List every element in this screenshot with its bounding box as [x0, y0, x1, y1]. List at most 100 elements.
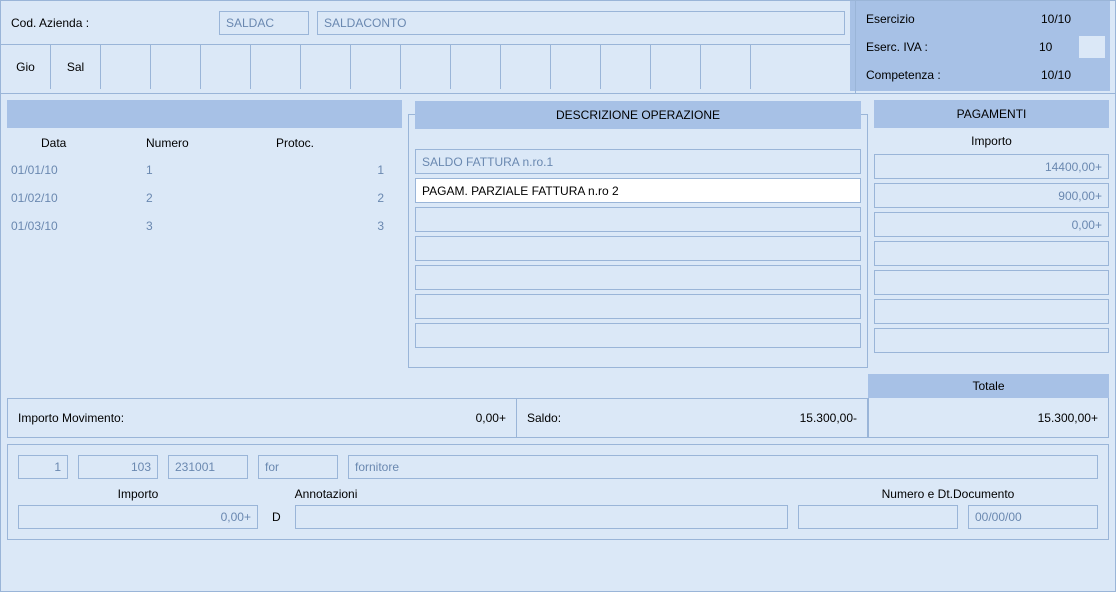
esercizio-label: Esercizio — [866, 12, 1029, 26]
tab-empty[interactable] — [651, 45, 701, 89]
totals-row: Importo Movimento: 0,00+ Saldo: 15.300,0… — [1, 374, 1115, 438]
tab-empty[interactable] — [301, 45, 351, 89]
d-label: D — [268, 505, 285, 529]
tab-empty[interactable] — [501, 45, 551, 89]
header-data: Data — [11, 136, 146, 150]
tab-empty[interactable] — [351, 45, 401, 89]
competenza-row: Competenza : 10/10 — [866, 63, 1105, 87]
totale-wrap: Totale 15.300,00+ — [868, 374, 1109, 438]
importo-line[interactable] — [874, 270, 1109, 295]
descrizione-title: DESCRIZIONE OPERAZIONE — [415, 101, 861, 129]
importo-line[interactable] — [874, 241, 1109, 266]
numdt-label: Numero e Dt.Documento — [798, 487, 1098, 501]
tab-empty[interactable] — [101, 45, 151, 89]
numero-doc-value[interactable] — [798, 505, 958, 529]
cell-numero: 1 — [146, 163, 276, 177]
descrizione-line[interactable] — [415, 207, 861, 232]
cod-azienda-row: Cod. Azienda : SALDAC SALDACONTO — [1, 1, 855, 45]
cell-numero: 2 — [146, 191, 276, 205]
eserc-iva-label: Eserc. IVA : — [866, 40, 1027, 54]
data-doc-value[interactable]: 00/00/00 — [968, 505, 1098, 529]
descrizione-line[interactable] — [415, 294, 861, 319]
cell-protoc: 3 — [276, 219, 396, 233]
importo-line[interactable]: 14400,00+ — [874, 154, 1109, 179]
tab-empty[interactable] — [151, 45, 201, 89]
header-protoc: Protoc. — [276, 136, 396, 150]
header-numero: Numero — [146, 136, 276, 150]
main-area: Data Numero Protoc. 01/01/10 1 1 01/02/1… — [1, 94, 1115, 374]
field-4[interactable]: for — [258, 455, 338, 479]
col-right: PAGAMENTI Importo 14400,00+ 900,00+ 0,00… — [874, 100, 1109, 368]
cell-numero: 3 — [146, 219, 276, 233]
descrizione-line-active[interactable]: PAGAM. PARZIALE FATTURA n.ro 2 — [415, 178, 861, 203]
saldo-box: Saldo: 15.300,00- — [517, 398, 868, 438]
descrizione-line[interactable]: SALDO FATTURA n.ro.1 — [415, 149, 861, 174]
tab-empty[interactable] — [251, 45, 301, 89]
bottom-row-1: 1 103 231001 for fornitore — [18, 455, 1098, 479]
importo-line[interactable]: 0,00+ — [874, 212, 1109, 237]
cell-data: 01/01/10 — [11, 163, 146, 177]
cod-azienda-label: Cod. Azienda : — [11, 16, 211, 30]
tab-empty[interactable] — [201, 45, 251, 89]
eserc-iva-row: Eserc. IVA : 10 — [866, 35, 1105, 59]
importo-line[interactable] — [874, 328, 1109, 353]
descrizione-line[interactable] — [415, 265, 861, 290]
annotazioni-group: Annotazioni — [295, 487, 788, 529]
saldo-label: Saldo: — [527, 411, 561, 425]
importo-bottom-label: Importo — [18, 487, 258, 501]
left-table-body: 01/01/10 1 1 01/02/10 2 2 01/03/10 3 3 — [7, 156, 402, 240]
table-row[interactable]: 01/01/10 1 1 — [7, 156, 402, 184]
field-1[interactable]: 1 — [18, 455, 68, 479]
left-table: Data Numero Protoc. 01/01/10 1 1 01/02/1… — [7, 130, 402, 240]
field-2[interactable]: 103 — [78, 455, 158, 479]
importo-bottom-value[interactable]: 0,00+ — [18, 505, 258, 529]
descrizione-line[interactable] — [415, 236, 861, 261]
tab-gio[interactable]: Gio — [1, 45, 51, 89]
table-row[interactable]: 01/02/10 2 2 — [7, 184, 402, 212]
cod-azienda-code[interactable]: SALDAC — [219, 11, 309, 35]
left-table-header: Data Numero Protoc. — [7, 130, 402, 156]
numdt-group: Numero e Dt.Documento 00/00/00 — [798, 487, 1098, 529]
annotazioni-label: Annotazioni — [295, 487, 788, 501]
top-section: Cod. Azienda : SALDAC SALDACONTO Gio Sal — [1, 1, 1115, 94]
importo-line[interactable]: 900,00+ — [874, 183, 1109, 208]
top-left: Cod. Azienda : SALDAC SALDACONTO Gio Sal — [1, 1, 855, 93]
saldo-value: 15.300,00- — [800, 411, 857, 425]
importo-movimento-box: Importo Movimento: 0,00+ — [7, 398, 517, 438]
col-mid: DESCRIZIONE OPERAZIONE SALDO FATTURA n.r… — [408, 100, 868, 368]
field-5[interactable]: fornitore — [348, 455, 1098, 479]
tab-empty[interactable] — [551, 45, 601, 89]
importo-line[interactable] — [874, 299, 1109, 324]
exercise-panel: Esercizio 10/10 Eserc. IVA : 10 Competen… — [855, 1, 1115, 93]
tab-empty[interactable] — [601, 45, 651, 89]
totale-value: 15.300,00+ — [868, 398, 1109, 438]
left-section-header — [7, 100, 402, 128]
importo-body: 14400,00+ 900,00+ 0,00+ — [874, 154, 1109, 353]
field-3[interactable]: 231001 — [168, 455, 248, 479]
cell-data: 01/02/10 — [11, 191, 146, 205]
esercizio-row: Esercizio 10/10 — [866, 7, 1105, 31]
totale-label: Totale — [868, 374, 1109, 398]
eserc-iva-value[interactable]: 10 — [1033, 36, 1073, 58]
cell-protoc: 1 — [276, 163, 396, 177]
importo-movimento-label: Importo Movimento: — [18, 411, 124, 425]
tab-sal[interactable]: Sal — [51, 45, 101, 89]
tab-empty[interactable] — [451, 45, 501, 89]
table-row[interactable]: 01/03/10 3 3 — [7, 212, 402, 240]
pagamenti-title: PAGAMENTI — [874, 100, 1109, 128]
descrizione-body: SALDO FATTURA n.ro.1 PAGAM. PARZIALE FAT… — [415, 149, 861, 348]
tab-empty[interactable] — [401, 45, 451, 89]
annotazioni-value[interactable] — [295, 505, 788, 529]
tabs-row: Gio Sal — [1, 45, 855, 89]
notch-spacer — [1079, 36, 1105, 58]
cell-data: 01/03/10 — [11, 219, 146, 233]
bottom-row-2: Importo 0,00+ D Annotazioni Numero e Dt.… — [18, 487, 1098, 529]
descrizione-line[interactable] — [415, 323, 861, 348]
cod-azienda-desc[interactable]: SALDACONTO — [317, 11, 845, 35]
tab-empty[interactable] — [701, 45, 751, 89]
importo-group: Importo 0,00+ — [18, 487, 258, 529]
competenza-value[interactable]: 10/10 — [1035, 64, 1105, 86]
competenza-label: Competenza : — [866, 68, 1029, 82]
tab-empty[interactable] — [751, 45, 801, 89]
esercizio-value[interactable]: 10/10 — [1035, 8, 1105, 30]
